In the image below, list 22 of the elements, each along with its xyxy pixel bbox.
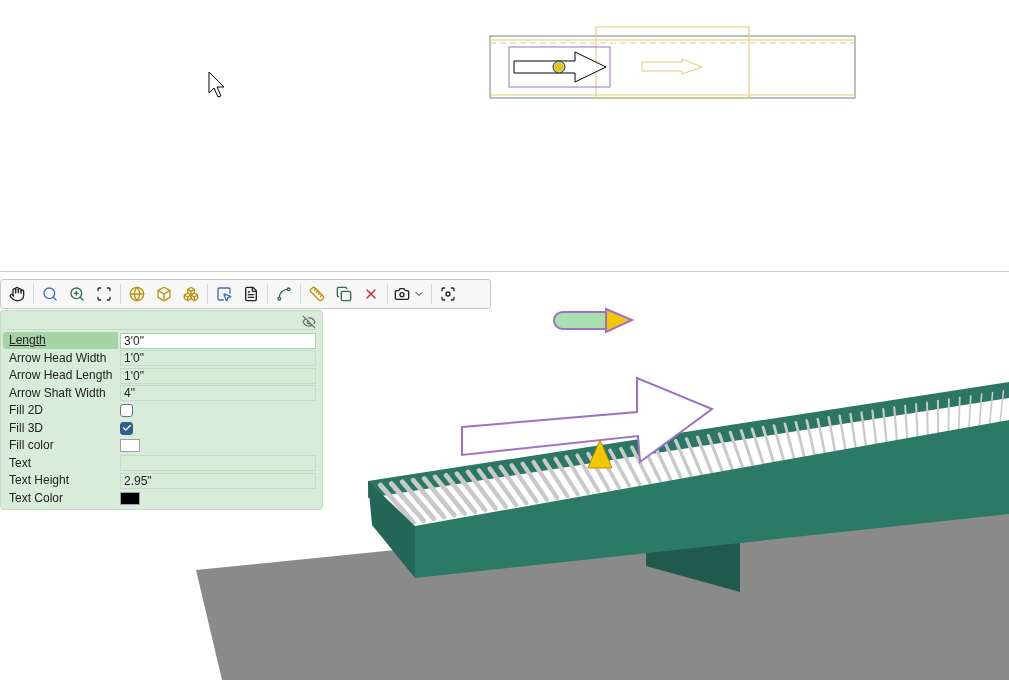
property-value-field[interactable]: 4" (120, 385, 316, 402)
property-label: Text Height (8, 472, 71, 490)
cone-drawing (587, 439, 613, 469)
property-value-field[interactable]: 3'0" (120, 332, 316, 349)
property-label: Arrow Head Width (8, 349, 108, 367)
camera-icon (394, 286, 410, 302)
property-value-field[interactable]: 2.95" (120, 472, 316, 489)
property-label: Text Color (8, 489, 65, 507)
checkbox[interactable] (120, 404, 133, 418)
property-label: Fill 3D (8, 419, 44, 437)
checkbox[interactable] (120, 421, 133, 435)
property-label: Fill 2D (8, 402, 44, 420)
property-label: Fill color (8, 437, 55, 455)
eye-off-icon[interactable] (302, 314, 316, 329)
property-label: Arrow Shaft Width (8, 384, 107, 402)
property-label: Length (3, 332, 118, 350)
property-label: Arrow Head Length (8, 367, 114, 385)
color-swatch[interactable] (120, 491, 140, 505)
color-swatch[interactable] (120, 439, 140, 453)
property-value-field[interactable]: 1'0" (120, 367, 316, 384)
property-label: Text (8, 454, 32, 472)
property-value-field[interactable]: 1'0" (120, 350, 316, 367)
